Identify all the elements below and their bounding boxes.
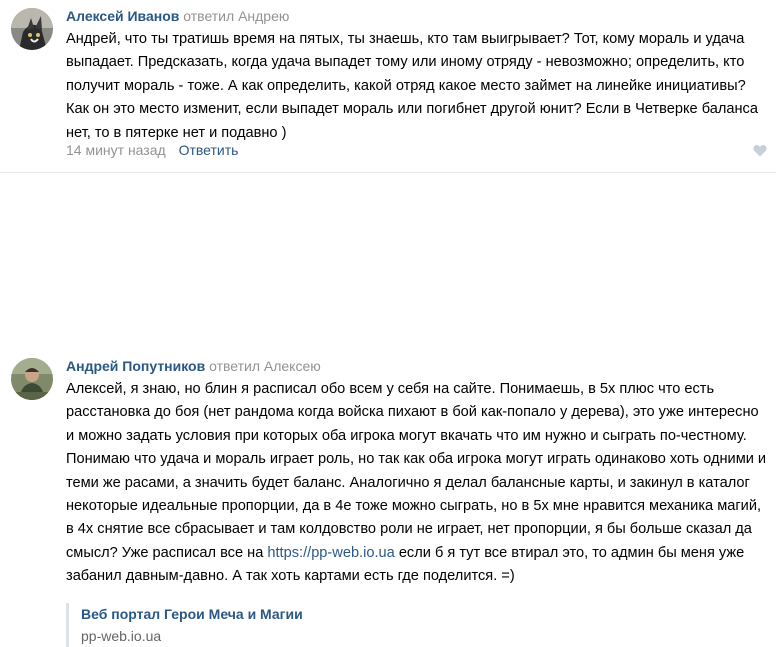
- comment-andrey: Андрей Попутников ответил Алексею Алексе…: [0, 173, 776, 647]
- timestamp[interactable]: 14 минут назад: [66, 142, 166, 158]
- avatar[interactable]: [11, 8, 53, 50]
- comment-text: Алексей, я знаю, но блин я расписал обо …: [66, 378, 770, 589]
- comment-alexey: Алексей Иванов ответил Андрею Андрей, чт…: [0, 0, 776, 173]
- author-name[interactable]: Алексей Иванов: [66, 8, 179, 24]
- comment-text-part: Алексей, я знаю, но блин я расписал обо …: [66, 381, 767, 561]
- reply-to-label[interactable]: ответил Алексею: [209, 358, 321, 374]
- author-name[interactable]: Андрей Попутников: [66, 358, 205, 374]
- snippet-title[interactable]: Веб портал Герои Меча и Магии: [81, 604, 303, 624]
- link-snippet[interactable]: Веб портал Герои Меча и Магии pp-web.io.…: [66, 603, 303, 647]
- comment-header: Алексей Иванов ответил Андрею: [66, 7, 289, 25]
- reply-to-label[interactable]: ответил Андрею: [183, 8, 289, 24]
- comment-link[interactable]: https://pp-web.io.ua: [267, 545, 394, 561]
- avatar[interactable]: [11, 358, 53, 400]
- snippet-domain[interactable]: pp-web.io.ua: [81, 626, 303, 646]
- heart-icon[interactable]: [753, 144, 767, 157]
- reply-button[interactable]: Ответить: [179, 142, 239, 158]
- comment-meta: 14 минут назад Ответить: [66, 140, 238, 160]
- comment-text: Андрей, что ты тратишь время на пятых, т…: [66, 31, 758, 141]
- comment-header: Андрей Попутников ответил Алексею: [66, 357, 321, 375]
